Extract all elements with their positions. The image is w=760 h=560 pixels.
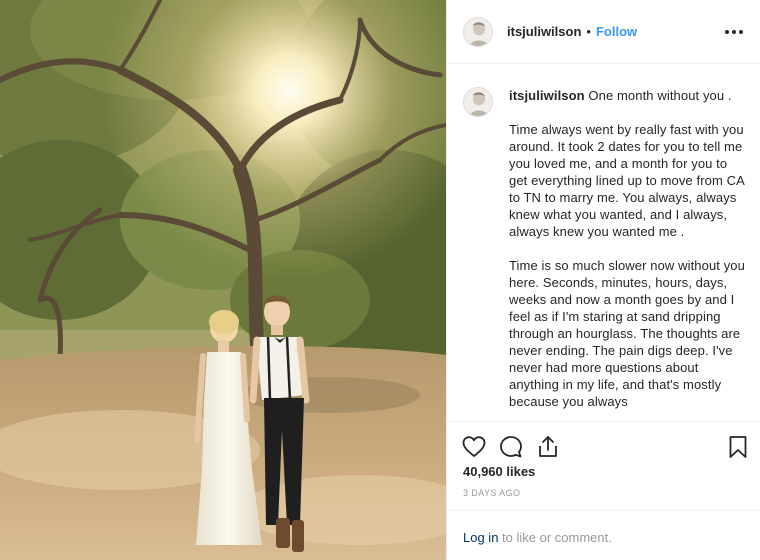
caption-text: itsjuliwilson One month without you . Ti… — [509, 87, 745, 421]
login-link[interactable]: Log in — [463, 530, 498, 545]
heart-icon[interactable] — [461, 434, 487, 460]
likes-count[interactable]: 40,960 likes — [463, 464, 535, 479]
avatar-image — [464, 88, 492, 116]
comment-prompt: Log in to like or comment. — [447, 510, 760, 560]
separator-dot: • — [586, 24, 591, 39]
more-horizontal-icon[interactable] — [723, 22, 745, 42]
avatar-image — [464, 17, 492, 46]
bookmark-icon[interactable] — [725, 434, 751, 460]
comment-icon[interactable] — [498, 434, 524, 460]
caption-paragraph: Time always went by really fast with you… — [509, 122, 745, 239]
post-actions: 40,960 likes 3 DAYS AGO — [447, 421, 760, 509]
post-header: itsjuliwilson • Follow — [447, 0, 760, 64]
post-side-panel: itsjuliwilson • Follow itsjuliwilson One… — [446, 0, 760, 560]
username-link[interactable]: itsjuliwilson — [507, 24, 581, 39]
caption-intro: One month without you . — [588, 88, 732, 103]
post-photo[interactable] — [0, 0, 446, 560]
share-icon[interactable] — [535, 434, 561, 460]
caption-username[interactable]: itsjuliwilson — [509, 88, 585, 103]
follow-button[interactable]: Follow — [596, 24, 637, 39]
caption-area: itsjuliwilson One month without you . Ti… — [447, 65, 760, 421]
caption-avatar[interactable] — [463, 87, 493, 117]
caption-paragraph: Time is so much slower now without you h… — [509, 258, 745, 409]
post-timestamp[interactable]: 3 DAYS AGO — [463, 488, 520, 498]
comment-prompt-text: to like or comment. — [498, 530, 612, 545]
avatar[interactable] — [463, 16, 493, 47]
wedding-photo — [0, 0, 446, 560]
